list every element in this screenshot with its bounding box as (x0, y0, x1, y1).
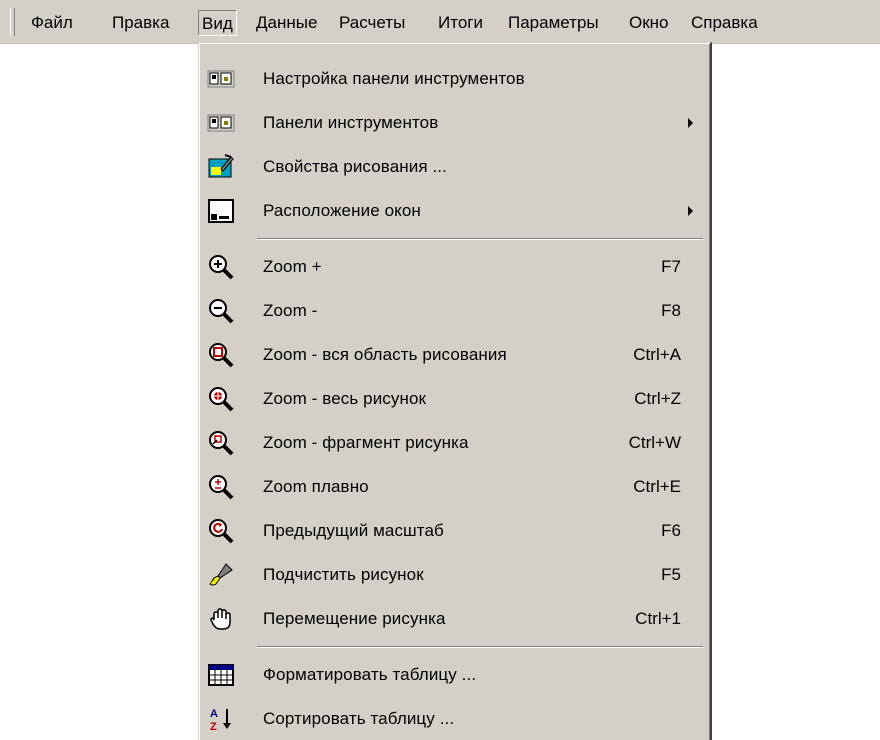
menu-help[interactable]: Справка (688, 10, 761, 36)
menu-item-label: Zoom + (263, 257, 322, 276)
hand-pan-icon (207, 605, 235, 633)
zoom-all-area-icon (207, 341, 235, 369)
zoom-whole-drawing-icon (207, 385, 235, 413)
shortcut-text: Ctrl+W (628, 433, 681, 452)
menu-window[interactable]: Окно (626, 10, 672, 36)
menu-item-label: Форматировать таблицу ... (263, 665, 477, 684)
menu-edit[interactable]: Правка (109, 10, 172, 36)
menu-totals[interactable]: Итоги (435, 10, 486, 36)
drawing-properties-icon (207, 153, 235, 181)
menu-separator (257, 238, 703, 240)
menu-item-zoom-all-area[interactable]: Zoom - вся область рисования Ctrl+A (199, 335, 709, 375)
menu-data[interactable]: Данные (253, 10, 320, 36)
menu-item-zoom-out[interactable]: Zoom - F8 (199, 291, 709, 331)
zoom-out-icon (207, 297, 235, 325)
menu-item-move-drawing[interactable]: Перемещение рисунка Ctrl+1 (199, 599, 709, 639)
zoom-smooth-icon (207, 473, 235, 501)
shortcut-text: Ctrl+Z (634, 389, 681, 408)
shortcut-text: F6 (661, 521, 681, 540)
svg-text:Z: Z (210, 721, 217, 733)
shortcut-text: F7 (661, 257, 681, 276)
submenu-arrow-icon (688, 118, 693, 128)
view-dropdown-menu: Настройка панели инструментов Панели инс… (198, 42, 712, 740)
brush-icon (207, 561, 235, 589)
shortcut-text: Ctrl+E (633, 477, 681, 496)
menu-item-label: Свойства рисования ... (263, 157, 447, 176)
zoom-previous-icon (207, 517, 235, 545)
menu-item-label: Настройка панели инструментов (263, 69, 525, 88)
menu-item-clean-drawing[interactable]: Подчистить рисунок F5 (199, 555, 709, 595)
menu-file[interactable]: Файл (28, 10, 76, 36)
menu-item-drawing-properties[interactable]: Свойства рисования ... (199, 147, 709, 187)
menu-item-window-layout[interactable]: Расположение окон (199, 191, 709, 231)
table-format-icon (207, 661, 235, 689)
menu-item-format-table[interactable]: Форматировать таблицу ... (199, 655, 709, 695)
toolbars-icon (207, 109, 235, 137)
menu-item-toolbars[interactable]: Панели инструментов (199, 103, 709, 143)
toolbar-settings-icon (207, 65, 235, 93)
menu-item-label: Zoom - весь рисунок (263, 389, 427, 408)
menu-item-label: Zoom - фрагмент рисунка (263, 433, 469, 452)
menu-item-zoom-in[interactable]: Zoom + F7 (199, 247, 709, 287)
menu-item-zoom-smooth[interactable]: Zoom плавно Ctrl+E (199, 467, 709, 507)
svg-text:A: A (210, 708, 218, 720)
menu-item-label: Zoom - (263, 301, 318, 320)
zoom-fragment-icon (207, 429, 235, 457)
menu-item-label: Zoom плавно (263, 477, 369, 496)
menu-item-label: Расположение окон (263, 201, 421, 220)
menu-item-label: Перемещение рисунка (263, 609, 446, 628)
menu-parameters[interactable]: Параметры (505, 10, 602, 36)
menu-item-label: Подчистить рисунок (263, 565, 424, 584)
menu-item-zoom-fragment[interactable]: Zoom - фрагмент рисунка Ctrl+W (199, 423, 709, 463)
menubar-grip[interactable] (10, 8, 15, 36)
menu-separator (257, 646, 703, 648)
menu-item-zoom-previous[interactable]: Предыдущий масштаб F6 (199, 511, 709, 551)
menu-item-zoom-whole-drawing[interactable]: Zoom - весь рисунок Ctrl+Z (199, 379, 709, 419)
menu-calculations[interactable]: Расчеты (336, 10, 408, 36)
shortcut-text: F5 (661, 565, 681, 584)
shortcut-text: Ctrl+A (633, 345, 681, 364)
menu-view[interactable]: Вид (198, 10, 237, 36)
shortcut-text: Ctrl+1 (635, 609, 681, 628)
menu-item-label: Zoom - вся область рисования (263, 345, 507, 364)
shortcut-text: F8 (661, 301, 681, 320)
zoom-in-icon (207, 253, 235, 281)
sort-az-icon: A Z (207, 705, 235, 733)
menu-item-label: Предыдущий масштаб (263, 521, 444, 540)
submenu-arrow-icon (688, 206, 693, 216)
window-layout-icon (207, 197, 235, 225)
menu-item-sort-table[interactable]: A Z Сортировать таблицу ... (199, 699, 709, 739)
menu-item-toolbar-settings[interactable]: Настройка панели инструментов (199, 59, 709, 99)
menu-item-label: Сортировать таблицу ... (263, 709, 455, 728)
menu-item-label: Панели инструментов (263, 113, 439, 132)
menu-bar: Файл Правка Вид Данные Расчеты Итоги Пар… (0, 0, 880, 44)
